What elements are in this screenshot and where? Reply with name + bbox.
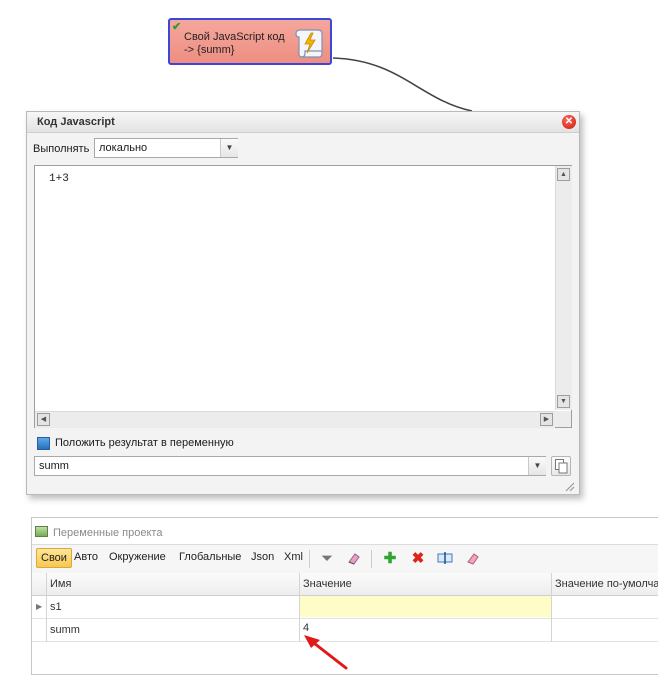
dialog-titlebar[interactable]: Код Javascript ✕ — [27, 112, 579, 133]
chevron-down-icon[interactable]: ▼ — [528, 457, 546, 475]
tab-auto[interactable]: Авто — [74, 551, 98, 563]
filter-icon[interactable]: ⏷ — [318, 550, 336, 568]
save-result-checkbox[interactable] — [37, 437, 50, 450]
panel-title: Переменные проекта — [53, 527, 163, 539]
save-result-label: Положить результат в переменную — [55, 437, 234, 449]
node-output-variable: -> {summ} — [184, 44, 235, 56]
variables-panel-icon — [35, 526, 48, 537]
result-variable-select[interactable]: summ ▼ — [34, 456, 546, 476]
execute-label: Выполнять — [33, 143, 90, 155]
success-check-icon: ✔ — [172, 21, 182, 33]
edit-icon[interactable] — [436, 550, 454, 568]
toolbar-separator — [309, 550, 310, 568]
code-editor[interactable]: 1+3 ▲ ▼ ◀ ▶ — [34, 165, 572, 428]
delete-icon[interactable]: ✖ — [409, 550, 427, 568]
tab-own[interactable]: Свои — [36, 548, 72, 568]
chevron-down-icon[interactable]: ▼ — [220, 139, 238, 157]
dialog-title: Код Javascript — [37, 116, 115, 128]
column-name[interactable]: Имя — [50, 578, 71, 590]
column-value[interactable]: Значение — [303, 578, 352, 590]
annotation-arrow-icon — [304, 635, 348, 670]
value-cell-highlight[interactable] — [300, 596, 551, 617]
row-name[interactable]: summ — [50, 624, 80, 636]
tab-environment[interactable]: Окружение — [109, 551, 166, 563]
copy-icon — [555, 459, 568, 474]
toolbar-separator — [371, 550, 372, 568]
copy-button[interactable] — [551, 456, 571, 476]
grid-divider — [551, 573, 552, 642]
scroll-right-icon[interactable]: ▶ — [540, 413, 553, 426]
add-icon[interactable]: ✚ — [381, 550, 399, 568]
eraser-icon[interactable] — [345, 550, 363, 568]
clear-icon[interactable] — [464, 550, 482, 568]
node-title: Свой JavaScript код — [184, 31, 285, 43]
result-variable-value: summ — [39, 460, 69, 472]
execute-mode-value: локально — [99, 142, 148, 154]
scroll-down-icon[interactable]: ▼ — [557, 395, 570, 408]
javascript-action-node[interactable]: ✔ Свой JavaScript код -> {summ} — [168, 18, 332, 65]
table-row[interactable]: ▶ s1 — [32, 596, 658, 619]
resize-grip-icon[interactable] — [563, 480, 575, 492]
variables-toolbar: Свои Авто Окружение Глобальные Json Xml … — [32, 544, 658, 573]
code-text: 1+3 — [49, 173, 69, 185]
execute-mode-select[interactable]: локально ▼ — [94, 138, 238, 158]
column-default-value[interactable]: Значение по-умолча — [555, 578, 658, 590]
scroll-lightning-icon — [295, 29, 323, 58]
grid-divider — [46, 573, 47, 642]
grid-header: Имя Значение Значение по-умолча — [32, 573, 658, 596]
tab-json[interactable]: Json — [251, 551, 274, 563]
scrollbar-corner — [555, 411, 571, 427]
tab-xml[interactable]: Xml — [284, 551, 303, 563]
vertical-scrollbar[interactable]: ▲ ▼ — [555, 166, 572, 410]
row-indicator-icon: ▶ — [36, 602, 43, 611]
scroll-left-icon[interactable]: ◀ — [37, 413, 50, 426]
close-icon[interactable]: ✕ — [562, 115, 576, 129]
javascript-code-dialog: Код Javascript ✕ Выполнять локально ▼ 1+… — [26, 111, 580, 495]
row-name[interactable]: s1 — [50, 601, 62, 613]
scroll-up-icon[interactable]: ▲ — [557, 168, 570, 181]
tab-global[interactable]: Глобальные — [179, 551, 241, 563]
horizontal-scrollbar[interactable]: ◀ ▶ — [35, 411, 555, 428]
